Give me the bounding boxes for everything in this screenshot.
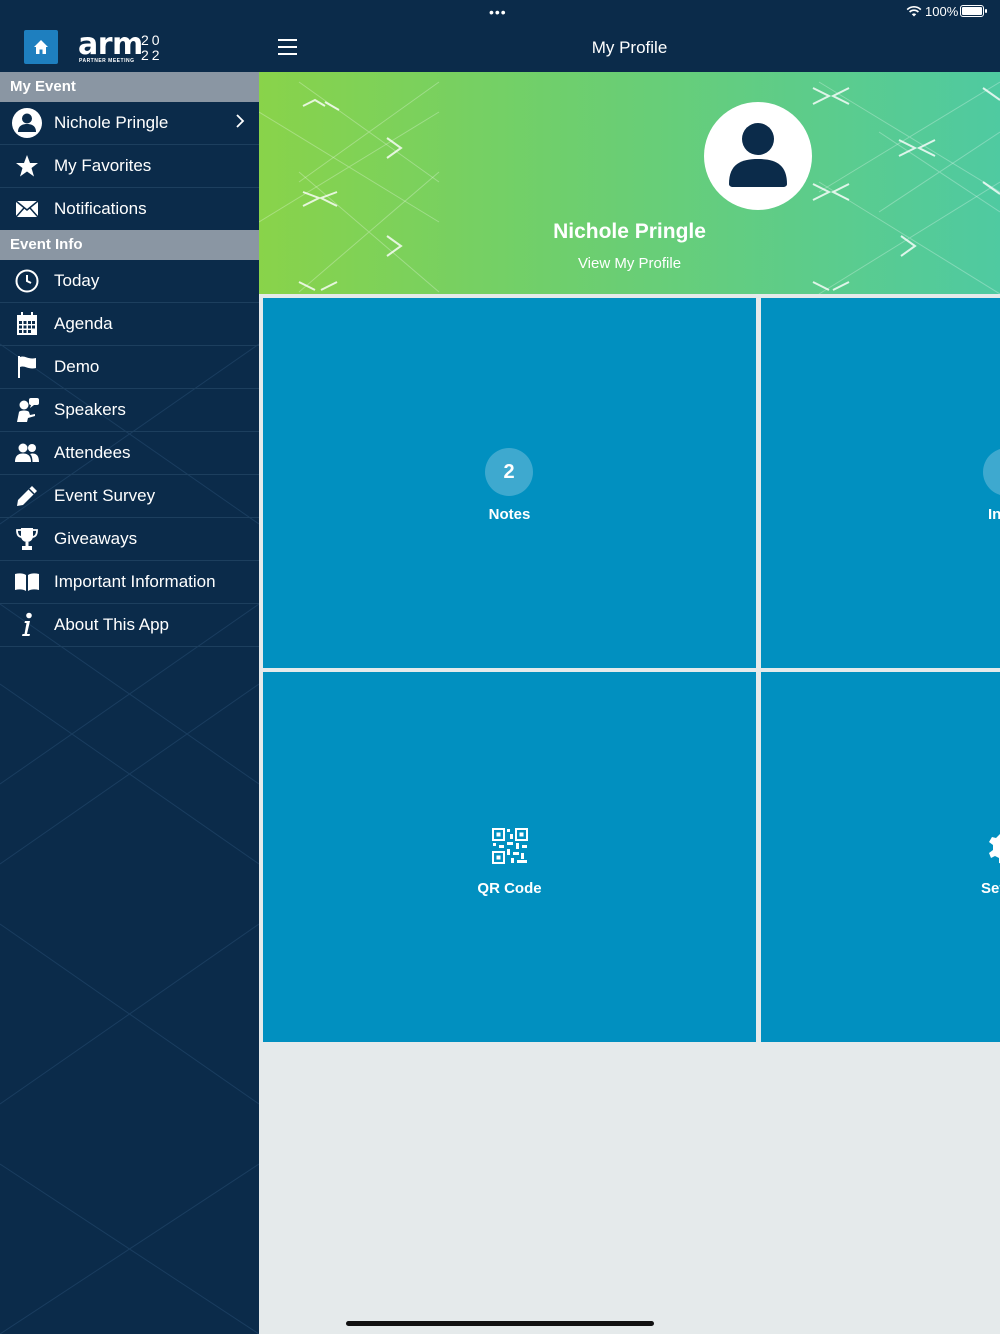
star-icon [0, 145, 54, 188]
sidebar-item-label: Event Survey [54, 486, 156, 505]
clock-icon [0, 260, 54, 303]
profile-name: Nichole Pringle [553, 220, 706, 243]
logo-subtitle: PARTNER MEETING [79, 58, 135, 64]
flag-icon [0, 346, 54, 389]
sidebar-item-favorites[interactable]: My Favorites [0, 145, 259, 188]
sidebar-item-label: Nichole Pringle [54, 113, 169, 132]
wifi-icon [906, 5, 922, 17]
sidebar-item-speakers[interactable]: Speakers [0, 389, 259, 432]
home-indicator[interactable] [346, 1321, 654, 1326]
sidebar-item-label: Agenda [54, 314, 113, 333]
qr-code-tile-label: QR Code [477, 880, 542, 897]
speaker-icon [0, 389, 54, 432]
sidebar-item-attendees[interactable]: Attendees [0, 432, 259, 475]
settings-tile[interactable]: Set [761, 672, 1000, 1042]
sidebar: arm 20 22 PARTNER MEETING My Event Nicho… [0, 24, 259, 1334]
sidebar-item-label: Giveaways [54, 529, 138, 548]
pencil-icon [0, 475, 54, 518]
qr-code-icon [492, 828, 528, 864]
logo-year: 20 22 [141, 33, 163, 63]
main-content: Nichole Pringle View My Profile 2 Notes … [259, 72, 1000, 1334]
sidebar-item-demo[interactable]: Demo [0, 346, 259, 389]
sidebar-item-important-information[interactable]: Important Information [0, 561, 259, 604]
sidebar-item-label: My Favorites [54, 156, 152, 175]
view-profile-link[interactable]: View My Profile [259, 255, 1000, 272]
profile-banner[interactable]: Nichole Pringle View My Profile [259, 72, 1000, 294]
info-icon [0, 604, 54, 647]
brand-header: arm 20 22 PARTNER MEETING [0, 24, 259, 72]
logo-year-bottom: 22 [141, 47, 163, 63]
book-icon [0, 561, 54, 604]
chevron-right-icon [235, 112, 245, 135]
notes-count-badge: 2 [485, 448, 533, 496]
battery-icon [960, 5, 987, 17]
tile-grid: 2 Notes 1 In QR Code [259, 294, 1000, 1042]
qr-code-tile[interactable]: QR Code [263, 672, 756, 1042]
envelope-icon [0, 188, 54, 231]
calendar-icon [0, 303, 54, 346]
sidebar-item-giveaways[interactable]: Giveaways [0, 518, 259, 561]
event-logo: arm 20 22 PARTNER MEETING [78, 27, 160, 64]
notes-tile[interactable]: 2 Notes [263, 298, 756, 668]
sidebar-item-label: About This App [54, 615, 169, 634]
people-icon [0, 432, 54, 475]
gear-icon [989, 834, 1000, 864]
sidebar-item-label: Attendees [54, 443, 131, 462]
notes-tile-label: Notes [488, 506, 531, 523]
second-tile-label: In [988, 506, 1000, 523]
sidebar-item-agenda[interactable]: Agenda [0, 303, 259, 346]
trophy-icon [0, 518, 54, 561]
sidebar-item-about[interactable]: About This App [0, 604, 259, 647]
sidebar-item-label: Speakers [54, 400, 126, 419]
sidebar-item-label: Demo [54, 357, 100, 376]
logo-year-top: 20 [141, 32, 163, 48]
settings-tile-label: Set [981, 880, 1000, 897]
sidebar-item-label: Notifications [54, 199, 147, 218]
sidebar-item-label: Important Information [54, 572, 216, 591]
user-icon [729, 123, 787, 187]
avatar[interactable] [704, 102, 812, 210]
home-icon [34, 40, 48, 54]
battery-percent: 100% [925, 4, 959, 19]
page-title: My Profile [591, 38, 668, 57]
section-header-event-info: Event Info [0, 230, 259, 260]
section-header-my-event: My Event [0, 72, 259, 102]
sidebar-item-profile[interactable]: Nichole Pringle [0, 102, 259, 145]
status-bar: ••• 100% [0, 0, 1000, 24]
second-tile[interactable]: 1 In [761, 298, 1000, 668]
sidebar-item-today[interactable]: Today [0, 260, 259, 303]
logo-word: arm [78, 27, 143, 62]
user-circle-icon [0, 102, 54, 145]
sidebar-item-notifications[interactable]: Notifications [0, 188, 259, 231]
sidebar-item-event-survey[interactable]: Event Survey [0, 475, 259, 518]
multitasking-dots[interactable]: ••• [489, 4, 507, 20]
sidebar-item-label: Today [54, 271, 100, 290]
second-tile-count-badge: 1 [983, 448, 1000, 496]
home-button[interactable] [24, 30, 58, 64]
